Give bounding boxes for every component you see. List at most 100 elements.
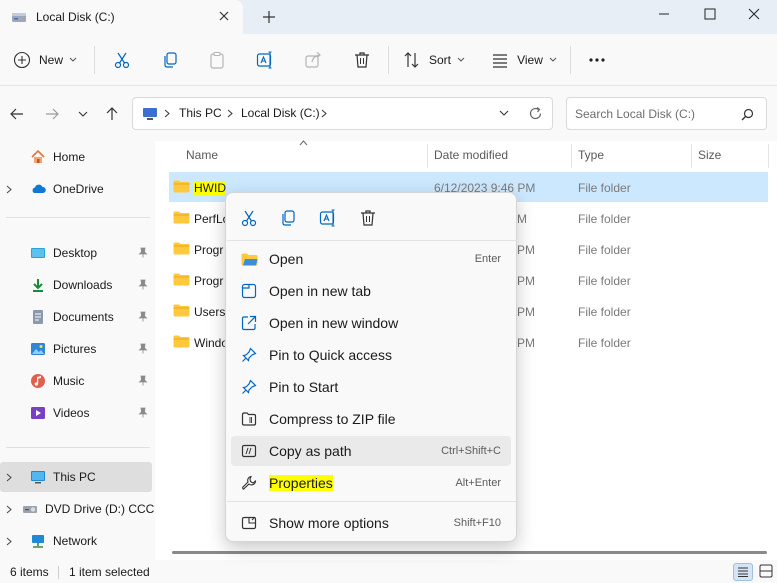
address-bar[interactable]: This PC Local Disk (C:) bbox=[132, 97, 553, 130]
chevron-right-icon[interactable] bbox=[6, 185, 20, 194]
file-name: HWID bbox=[194, 181, 226, 195]
refresh-icon[interactable] bbox=[528, 106, 543, 121]
column-header-name[interactable]: Name bbox=[186, 148, 218, 162]
document-icon bbox=[30, 309, 46, 325]
horizontal-scrollbar[interactable] bbox=[172, 551, 767, 554]
chevron-down-icon bbox=[69, 57, 77, 63]
sidebar-item-label: Downloads bbox=[53, 278, 113, 292]
sidebar-item-pictures[interactable]: Pictures bbox=[0, 334, 152, 364]
network-icon bbox=[30, 533, 46, 549]
breadcrumb-local-disk[interactable]: Local Disk (C:) bbox=[241, 106, 320, 120]
column-divider[interactable] bbox=[571, 144, 572, 168]
up-button[interactable] bbox=[102, 104, 122, 124]
back-button[interactable] bbox=[7, 104, 27, 124]
menu-item-copy-as-path[interactable]: Copy as path Ctrl+Shift+C bbox=[231, 436, 511, 466]
maximize-button[interactable] bbox=[687, 0, 733, 28]
menu-item-pin-start[interactable]: Pin to Start bbox=[231, 372, 511, 402]
home-icon bbox=[30, 149, 46, 165]
sidebar-item-home[interactable]: Home bbox=[0, 142, 152, 172]
context-delete-button[interactable] bbox=[355, 205, 381, 231]
minimize-button[interactable] bbox=[641, 0, 687, 28]
sidebar-item-network[interactable]: Network bbox=[0, 526, 152, 556]
recent-locations-button[interactable] bbox=[73, 104, 93, 124]
cut-button[interactable] bbox=[109, 46, 135, 74]
column-header-date[interactable]: Date modified bbox=[434, 148, 508, 162]
column-divider[interactable] bbox=[691, 144, 692, 168]
column-divider[interactable] bbox=[768, 144, 769, 168]
tab-title: Local Disk (C:) bbox=[36, 10, 115, 24]
file-name: Windo bbox=[194, 336, 229, 350]
videos-icon bbox=[30, 405, 46, 421]
sidebar-item-music[interactable]: Music bbox=[0, 366, 152, 396]
dvd-drive-icon bbox=[22, 501, 38, 517]
selection-count: 1 item selected bbox=[69, 565, 150, 579]
sidebar-item-this-pc[interactable]: This PC bbox=[0, 462, 152, 492]
chevron-right-icon[interactable] bbox=[6, 537, 20, 546]
search-box[interactable]: Search Local Disk (C:) bbox=[566, 97, 767, 130]
file-type: File folder bbox=[578, 212, 631, 226]
sidebar-item-desktop[interactable]: Desktop bbox=[0, 238, 152, 268]
new-tab-button[interactable] bbox=[260, 8, 278, 26]
menu-item-open-new-tab[interactable]: Open in new tab bbox=[231, 276, 511, 306]
tab-local-disk[interactable]: Local Disk (C:) bbox=[0, 0, 243, 34]
menu-divider bbox=[227, 501, 517, 502]
sidebar-item-videos[interactable]: Videos bbox=[0, 398, 152, 428]
sidebar-item-dvd-drive[interactable]: DVD Drive (D:) CCC bbox=[0, 494, 155, 524]
menu-item-show-more-options[interactable]: Show more options Shift+F10 bbox=[231, 508, 511, 538]
menu-item-open[interactable]: Open Enter bbox=[231, 244, 511, 274]
address-history-chevron-icon[interactable] bbox=[499, 110, 509, 117]
sidebar-item-documents[interactable]: Documents bbox=[0, 302, 152, 332]
menu-item-compress-zip[interactable]: Compress to ZIP file bbox=[231, 404, 511, 434]
details-view-button[interactable] bbox=[733, 563, 753, 581]
folder-icon bbox=[173, 273, 190, 286]
column-divider[interactable] bbox=[427, 144, 428, 168]
new-label: New bbox=[38, 53, 63, 67]
share-button[interactable] bbox=[300, 46, 326, 74]
chevron-right-icon[interactable] bbox=[6, 505, 12, 514]
view-button[interactable]: View bbox=[490, 46, 558, 74]
sidebar-item-downloads[interactable]: Downloads bbox=[0, 270, 152, 300]
context-cut-button[interactable] bbox=[236, 205, 262, 231]
sidebar-item-label: Documents bbox=[53, 310, 114, 324]
rename-button[interactable] bbox=[252, 46, 278, 74]
menu-item-shortcut: Enter bbox=[474, 253, 501, 265]
drive-icon bbox=[11, 10, 27, 24]
menu-item-label: Properties bbox=[269, 475, 333, 491]
menu-item-label: Open in new window bbox=[269, 315, 399, 331]
more-options-button[interactable] bbox=[584, 46, 610, 74]
sidebar-item-label: DVD Drive (D:) CCC bbox=[45, 502, 155, 516]
breadcrumb-this-pc[interactable]: This PC bbox=[179, 106, 222, 120]
menu-item-shortcut: Alt+Enter bbox=[455, 477, 501, 489]
sort-button[interactable]: Sort bbox=[401, 46, 467, 74]
file-name: Progr bbox=[194, 243, 224, 257]
new-button[interactable]: New bbox=[10, 46, 80, 74]
item-count: 6 items bbox=[10, 565, 49, 579]
paste-button[interactable] bbox=[204, 46, 230, 74]
file-type: File folder bbox=[578, 305, 631, 319]
menu-item-label: Show more options bbox=[269, 515, 389, 531]
sidebar-item-onedrive[interactable]: OneDrive bbox=[0, 174, 152, 204]
pin-icon bbox=[138, 407, 148, 418]
file-date: M bbox=[517, 212, 527, 226]
context-copy-button[interactable] bbox=[275, 205, 301, 231]
tiles-view-button[interactable] bbox=[759, 564, 773, 578]
menu-item-shortcut: Ctrl+Shift+C bbox=[441, 445, 501, 457]
context-rename-button[interactable] bbox=[315, 205, 341, 231]
sidebar-item-label: Music bbox=[53, 374, 85, 388]
more-icon bbox=[588, 57, 606, 63]
column-header-size[interactable]: Size bbox=[698, 148, 721, 162]
delete-icon bbox=[359, 209, 377, 227]
delete-button[interactable] bbox=[349, 46, 375, 74]
pin-icon bbox=[138, 343, 148, 354]
sidebar-item-label: Home bbox=[53, 150, 86, 164]
menu-item-open-new-window[interactable]: Open in new window bbox=[231, 308, 511, 338]
search-input[interactable]: Search Local Disk (C:) bbox=[575, 107, 695, 121]
close-tab-icon[interactable] bbox=[217, 9, 231, 23]
menu-item-properties[interactable]: Properties Alt+Enter bbox=[231, 468, 511, 498]
close-window-button[interactable] bbox=[731, 0, 777, 28]
forward-button[interactable] bbox=[42, 104, 62, 124]
menu-item-pin-quick-access[interactable]: Pin to Quick access bbox=[231, 340, 511, 370]
copy-button[interactable] bbox=[157, 46, 183, 74]
chevron-right-icon[interactable] bbox=[6, 473, 20, 482]
column-header-type[interactable]: Type bbox=[578, 148, 604, 162]
